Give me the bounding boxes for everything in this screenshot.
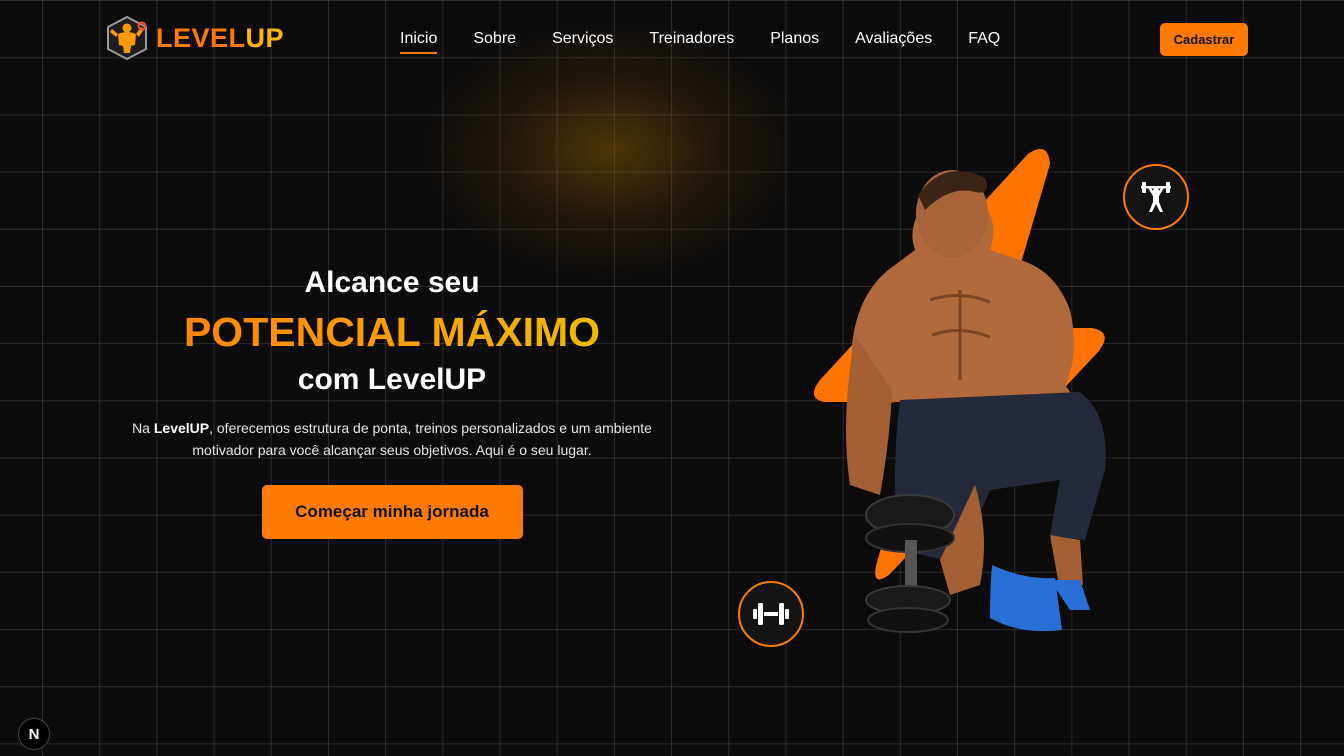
bodybuilder-icon [107, 15, 147, 61]
brand-name-part1: LEVEL [156, 22, 246, 53]
signup-button[interactable]: Cadastrar [1160, 23, 1248, 56]
nav-link-faq[interactable]: FAQ [968, 30, 1000, 54]
navbar: LEVELUP Inicio Sobre Serviços Treinadore… [0, 0, 1344, 78]
dumbbell-badge [738, 581, 804, 647]
hero-heading-line1: Alcance seu [304, 266, 480, 299]
hero-heading: Alcance seu POTENCIAL MÁXIMO com LevelUP [100, 262, 684, 401]
athlete-illustration [813, 148, 1106, 633]
brand-name: LEVELUP [156, 23, 284, 54]
hero-desc-brand: LevelUP [153, 420, 210, 436]
weightlifter-badge [1123, 164, 1189, 230]
weightlifter-icon [1141, 182, 1171, 212]
hero-desc-rest: , oferecemos estrutura de ponta, treinos… [192, 420, 652, 458]
nav-link-sobre[interactable]: Sobre [473, 30, 516, 54]
nav-link-avaliacoes[interactable]: Avaliações [855, 30, 932, 54]
hero-desc-prefix: Na [132, 420, 154, 436]
nav-link-servicos[interactable]: Serviços [552, 30, 613, 54]
hero-description: Na LevelUP, oferecemos estrutura de pont… [100, 417, 684, 461]
nav-link-planos[interactable]: Planos [770, 30, 819, 54]
hero-heading-highlight: POTENCIAL MÁXIMO [100, 306, 684, 358]
nav-link-inicio[interactable]: Inicio [400, 30, 438, 54]
brand-logo[interactable]: LEVELUP [104, 15, 284, 61]
nav-menu: Inicio Sobre Serviços Treinadores Planos… [400, 30, 1036, 54]
hero-section: Alcance seu POTENCIAL MÁXIMO com LevelUP… [100, 262, 684, 539]
hero-heading-line3: com LevelUP [297, 363, 487, 396]
start-journey-button[interactable]: Começar minha jornada [261, 485, 523, 539]
nav-link-treinadores[interactable]: Treinadores [649, 30, 734, 54]
dumbbell-icon [753, 603, 789, 625]
dev-tools-badge[interactable]: N [18, 718, 50, 750]
brand-name-part2: UP [245, 22, 285, 53]
